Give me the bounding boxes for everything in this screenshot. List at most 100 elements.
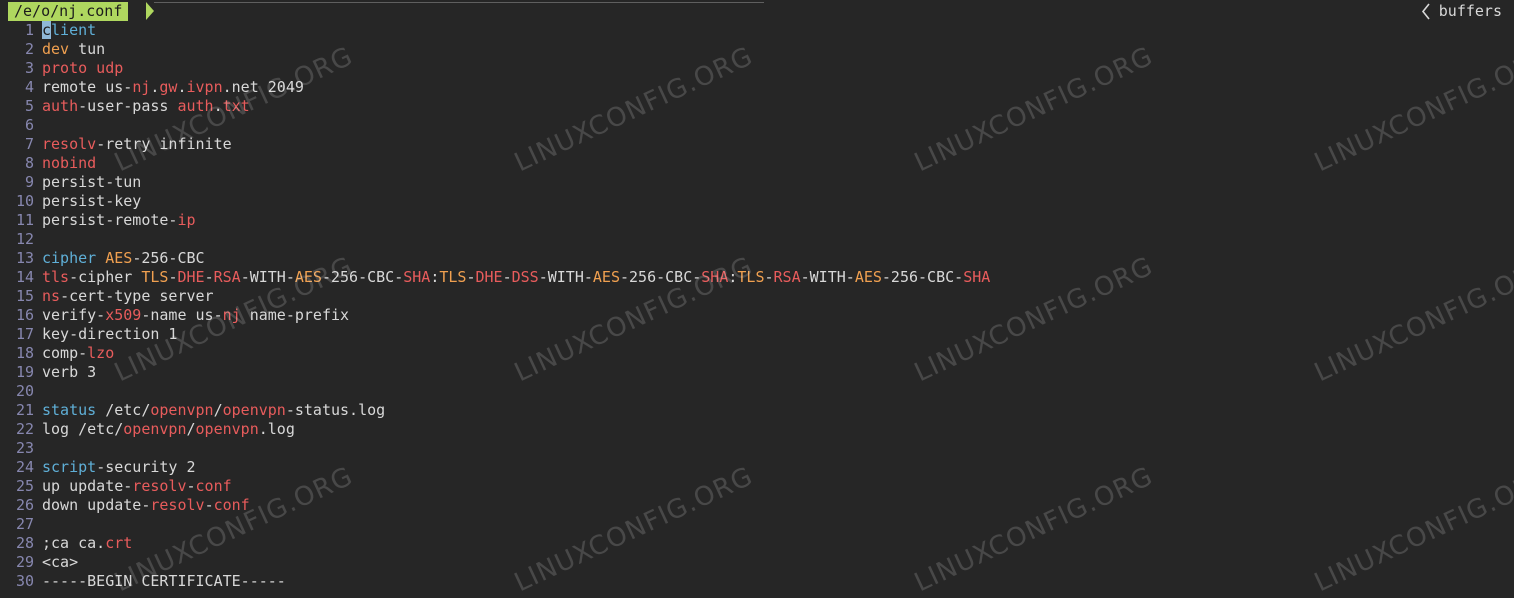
- line-number: 5: [24, 97, 34, 115]
- line-number: 8: [24, 154, 34, 172]
- tabline-fill: [154, 2, 764, 21]
- code-line[interactable]: 17 key-direction 1: [0, 325, 178, 344]
- tab-active-file[interactable]: /e/o/nj.conf: [8, 2, 129, 21]
- code-line[interactable]: 4 remote us-nj.gw.ivpn.net 2049: [0, 78, 304, 97]
- code-token: -256-CBC: [132, 249, 205, 267]
- code-token: tun: [69, 40, 106, 58]
- code-token: -cert-type server: [60, 287, 214, 305]
- code-token: resolv: [150, 496, 205, 514]
- code-token: down update-: [42, 496, 151, 514]
- line-number: 6: [24, 116, 34, 134]
- buffers-indicator[interactable]: buffers: [1421, 2, 1502, 21]
- code-line[interactable]: 28 ;ca ca.crt: [0, 534, 132, 553]
- code-line[interactable]: 5 auth-user-pass auth.txt: [0, 97, 250, 116]
- code-line[interactable]: 26 down update-resolv-conf: [0, 496, 250, 515]
- code-token: lzo: [87, 344, 115, 362]
- code-token: openvpn: [150, 401, 214, 419]
- line-number: 28: [15, 534, 34, 552]
- code-token: nj: [132, 78, 151, 96]
- code-token: <ca>: [42, 553, 79, 571]
- code-line[interactable]: 30 -----BEGIN CERTIFICATE-----: [0, 572, 286, 591]
- code-line[interactable]: 23: [0, 439, 42, 458]
- code-line[interactable]: 15 ns-cert-type server: [0, 287, 214, 306]
- code-token: /: [186, 420, 196, 438]
- code-token: status: [42, 401, 97, 419]
- code-token: lient: [51, 21, 97, 39]
- code-token: txt: [222, 97, 250, 115]
- code-token: nj: [222, 306, 241, 324]
- code-token: ip: [177, 211, 196, 229]
- code-line[interactable]: 1 client: [0, 21, 96, 40]
- line-number: 26: [15, 496, 34, 514]
- code-token: -: [466, 268, 476, 286]
- code-line[interactable]: 13 cipher AES-256-CBC: [0, 249, 205, 268]
- code-token: -retry infinite: [96, 135, 232, 153]
- code-line[interactable]: 11 persist-remote-ip: [0, 211, 196, 230]
- line-number: 23: [15, 439, 34, 457]
- tab-separator-arrow: [146, 2, 154, 20]
- line-number: 20: [15, 382, 34, 400]
- code-token: cipher: [42, 249, 97, 267]
- editor-buffer[interactable]: 1 client 2 dev tun 3 proto udp 4 remote us-nj.g…: [0, 21, 1514, 593]
- tab-label: /e/o/nj.conf: [14, 2, 123, 20]
- code-token: persist-tun: [42, 173, 142, 191]
- line-number: 7: [24, 135, 34, 153]
- code-token: SHA: [701, 268, 729, 286]
- code-token: -cipher: [69, 268, 142, 286]
- code-token: key-direction 1: [42, 325, 178, 343]
- code-line[interactable]: 20: [0, 382, 42, 401]
- text-cursor: c: [42, 21, 52, 39]
- line-number: 27: [15, 515, 34, 533]
- code-token: -: [204, 268, 214, 286]
- line-number: 2: [24, 40, 34, 58]
- code-token: -name us-: [141, 306, 223, 324]
- code-line[interactable]: 12: [0, 230, 42, 249]
- code-token: comp-: [42, 344, 88, 362]
- line-number: 24: [15, 458, 34, 476]
- line-number: 30: [15, 572, 34, 590]
- code-line[interactable]: 21 status /etc/openvpn/openvpn-status.log: [0, 401, 385, 420]
- code-line[interactable]: 22 log /etc/openvpn/openvpn.log: [0, 420, 295, 439]
- code-line[interactable]: 25 up update-resolv-conf: [0, 477, 232, 496]
- line-number: 4: [24, 78, 34, 96]
- code-line[interactable]: 7 resolv-retry infinite: [0, 135, 232, 154]
- code-line[interactable]: 16 verify-x509-name us-nj name-prefix: [0, 306, 349, 325]
- code-token: AES: [592, 268, 620, 286]
- code-line[interactable]: 27: [0, 515, 42, 534]
- code-line[interactable]: 8 nobind: [0, 154, 96, 173]
- code-line[interactable]: 10 persist-key: [0, 192, 141, 211]
- code-token: TLS: [141, 268, 169, 286]
- line-number: 22: [15, 420, 34, 438]
- code-line[interactable]: 6: [0, 116, 42, 135]
- code-token: conf: [195, 477, 232, 495]
- code-line[interactable]: 3 proto udp: [0, 59, 123, 78]
- code-token: -: [764, 268, 774, 286]
- code-token: .: [213, 97, 223, 115]
- code-line[interactable]: 18 comp-lzo: [0, 344, 114, 363]
- code-token: AES: [854, 268, 882, 286]
- code-token: SHA: [963, 268, 991, 286]
- code-line[interactable]: 14 tls-cipher TLS-DHE-RSA-WITH-AES-256-CB…: [0, 268, 990, 287]
- line-number: 29: [15, 553, 34, 571]
- code-token: x509: [105, 306, 142, 324]
- code-line[interactable]: 2 dev tun: [0, 40, 105, 59]
- code-line[interactable]: 29 <ca>: [0, 553, 78, 572]
- code-token: crt: [105, 534, 133, 552]
- code-token: dev: [42, 40, 70, 58]
- line-number: 18: [15, 344, 34, 362]
- code-line[interactable]: 24 script-security 2: [0, 458, 196, 477]
- code-token: -WITH-: [800, 268, 855, 286]
- code-token: auth: [177, 97, 214, 115]
- code-token: -256-CBC-: [321, 268, 404, 286]
- code-token: tls: [42, 268, 70, 286]
- code-token: script: [42, 458, 97, 476]
- code-token: ns: [42, 287, 61, 305]
- code-token: AES: [105, 249, 133, 267]
- code-token: .: [177, 78, 187, 96]
- line-number: 9: [24, 173, 34, 191]
- code-line[interactable]: 19 verb 3: [0, 363, 96, 382]
- line-number: 21: [15, 401, 34, 419]
- code-line[interactable]: 9 persist-tun: [0, 173, 141, 192]
- code-token: TLS: [737, 268, 765, 286]
